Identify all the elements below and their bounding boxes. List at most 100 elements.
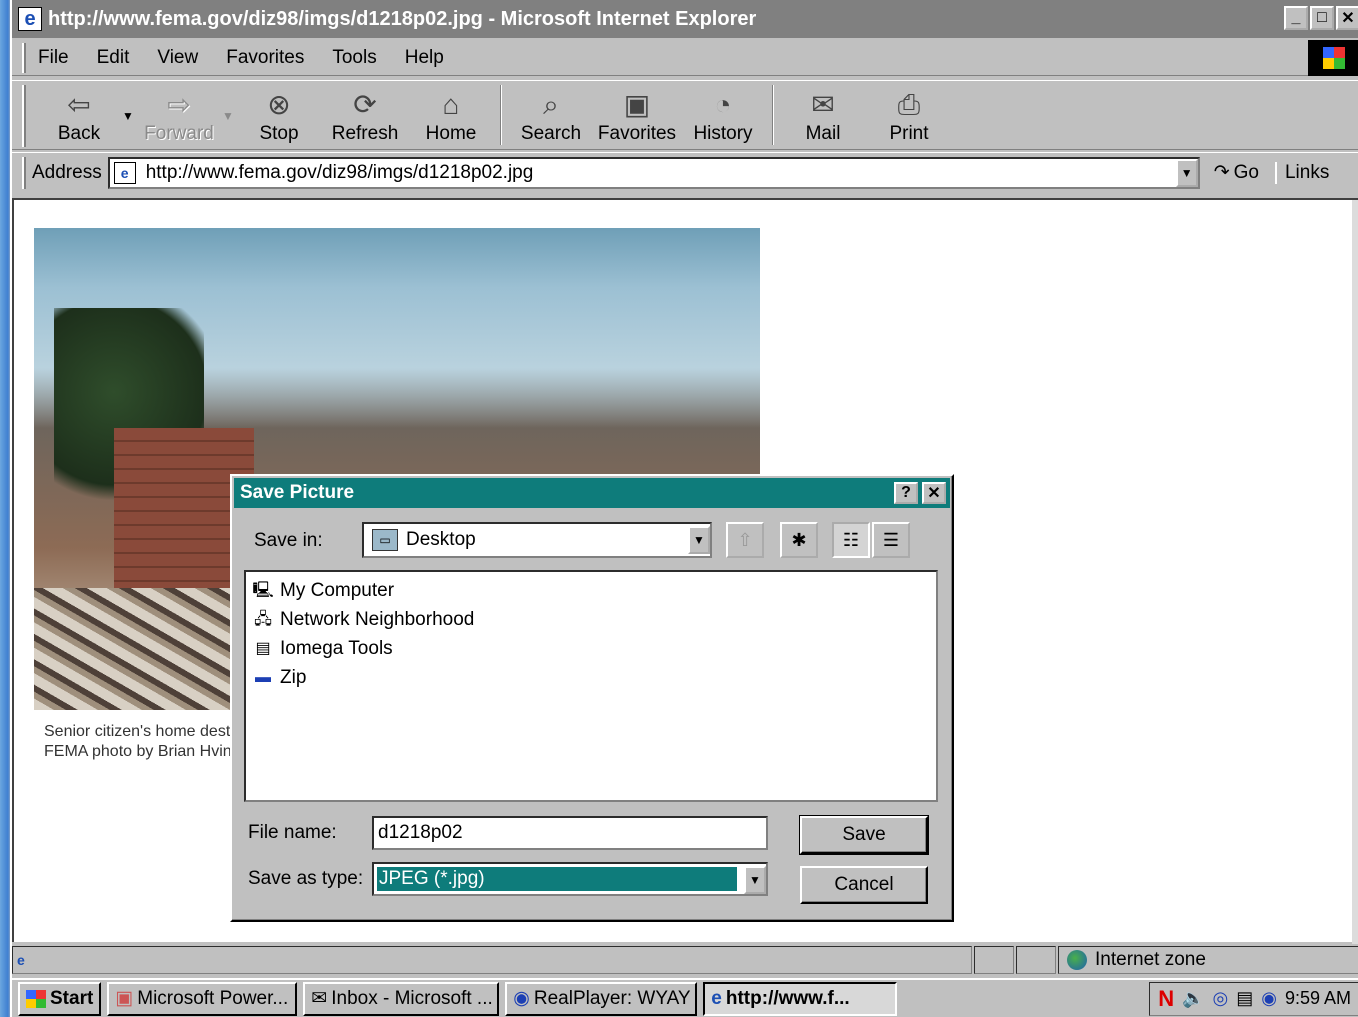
menu-tools[interactable]: Tools [332,47,376,69]
forward-label: Forward [144,123,214,144]
save-as-type-dropdown-button[interactable]: ▼ [744,866,766,894]
save-in-value: Desktop [406,529,476,550]
clock[interactable]: 9:59 AM [1285,988,1351,1009]
windows-logo-icon [1308,40,1358,76]
printer-icon: ⎙ [897,89,921,120]
taskbar-item-ie[interactable]: e http://www.f... [703,981,898,1016]
list-item[interactable]: 🖳 My Computer [250,576,932,605]
caption-buttons: _ □ ✕ [1284,6,1358,30]
inbox-icon: ✉ [311,988,328,1009]
mail-icon: ✉ [811,89,835,120]
forward-dropdown-icon[interactable]: ▼ [222,109,236,123]
menu-favorites[interactable]: Favorites [226,47,304,69]
mail-button[interactable]: ✉ Mail [780,81,866,145]
file-list[interactable]: 🖳 My Computer 🖧 Network Neighborhood ▤ I… [244,570,938,802]
save-in-select[interactable]: ▭ Desktop ▼ [362,522,712,558]
dialog-close-button[interactable]: ✕ [922,482,946,504]
details-view-icon: ☰ [882,529,900,550]
save-as-type-select[interactable]: JPEG (*.jpg) ▼ [372,862,768,896]
menu-view[interactable]: View [157,47,198,69]
file-label: My Computer [280,579,395,601]
vertical-scrollbar[interactable] [1352,200,1358,944]
menu-file[interactable]: File [38,47,69,69]
search-icon: ⌕ [543,89,559,120]
title-bar[interactable]: e http://www.fema.gov/diz98/imgs/d1218p0… [12,0,1358,38]
address-url[interactable]: http://www.fema.gov/diz98/imgs/d1218p02.… [146,162,534,184]
close-button[interactable]: ✕ [1336,6,1358,30]
print-label: Print [889,123,929,144]
save-in-label: Save in: [254,530,323,551]
realplayer-tray-icon[interactable]: ◉ [1261,988,1277,1009]
status-text-pane: e [12,946,972,974]
page-content: Senior citizen's home destroyed by torna… [12,198,1358,944]
file-name-input[interactable]: d1218p02 [372,816,768,850]
menu-bar: File Edit View Favorites Tools Help [12,40,1358,76]
file-name-value: d1218p02 [378,822,463,843]
menu-edit[interactable]: Edit [97,47,130,69]
search-button[interactable]: ⌕ Search [508,81,594,145]
save-button[interactable]: Save [799,815,929,855]
forward-button[interactable]: ⇨ Forward [136,81,222,145]
stop-button[interactable]: ⊗ Stop [236,81,322,145]
back-dropdown-icon[interactable]: ▼ [122,109,136,123]
status-progress-pane [974,946,1014,974]
back-button[interactable]: ⇦ Back [36,81,122,145]
monitor-icon[interactable]: ▤ [1236,988,1253,1009]
realplayer-icon: ◉ [513,988,530,1009]
network-icon: 🖧 [254,610,272,628]
menubar-grip[interactable] [22,42,26,73]
taskbar-item-label: Microsoft Power... [137,987,289,1009]
new-folder-button[interactable]: ✱ [780,522,818,558]
taskbar-item-inbox[interactable]: ✉ Inbox - Microsoft ... [303,981,500,1016]
dialog-title-bar[interactable]: Save Picture ? ✕ [234,478,950,508]
status-security-pane [1016,946,1056,974]
favorites-label: Favorites [597,123,677,144]
windows-flag-icon [26,989,46,1008]
file-label: Iomega Tools [280,637,393,659]
volume-icon[interactable]: 🔈 [1182,988,1204,1009]
address-input[interactable]: e http://www.fema.gov/diz98/imgs/d1218p0… [107,156,1200,189]
maximize-button[interactable]: □ [1310,6,1334,30]
cancel-button[interactable]: Cancel [800,866,928,904]
dialog-caption-buttons: ? ✕ [894,482,946,504]
file-label: Zip [280,666,307,688]
go-button[interactable]: ↷ Go [1214,161,1259,184]
list-view-button[interactable]: ☷ [832,522,870,558]
addressbar-grip[interactable] [22,156,26,189]
minimize-button[interactable]: _ [1284,6,1308,30]
list-item[interactable]: ▤ Iomega Tools [250,634,932,663]
ie-taskbar-icon: e [711,987,722,1009]
internet-globe-icon [1067,950,1087,970]
print-button[interactable]: ⎙ Print [866,81,952,145]
home-button[interactable]: ⌂ Home [408,81,494,145]
save-in-dropdown-button[interactable]: ▼ [688,526,710,554]
history-label: History [693,123,753,144]
taskbar-item-powerpoint[interactable]: ▣ Microsoft Power... [107,981,298,1016]
taskbar-item-realplayer[interactable]: ◉ RealPlayer: WYAY [505,981,698,1016]
mail-label: Mail [805,123,841,144]
list-item[interactable]: 🖧 Network Neighborhood [250,605,932,634]
page-icon: e [113,161,136,184]
tray-app-icon[interactable]: ◎ [1213,988,1229,1009]
list-item[interactable]: ▬ Zip [250,663,932,692]
menu-help[interactable]: Help [405,47,444,69]
start-button[interactable]: Start [18,981,102,1016]
window-title: http://www.fema.gov/diz98/imgs/d1218p02.… [48,7,757,30]
taskbar-item-label: http://www.f... [725,987,850,1009]
list-view-icon: ☷ [842,529,860,550]
home-icon: ⌂ [442,89,460,120]
netscape-tray-icon[interactable]: N [1158,986,1174,1012]
stop-icon: ⊗ [267,89,291,120]
toolbar-grip[interactable] [22,85,26,147]
address-dropdown-button[interactable]: ▼ [1175,158,1198,187]
details-view-button[interactable]: ☰ [872,522,910,558]
history-button[interactable]: ◔ History [680,81,766,145]
links-button[interactable]: Links [1274,161,1329,184]
help-button[interactable]: ? [894,482,918,504]
computer-icon: 🖳 [252,581,274,599]
desktop-icon: ▭ [372,529,398,551]
dialog-title: Save Picture [240,482,355,503]
favorites-button[interactable]: ▣ Favorites [594,81,680,145]
refresh-button[interactable]: ⟳ Refresh [322,81,408,145]
up-one-level-button[interactable]: ⇧ [726,522,764,558]
